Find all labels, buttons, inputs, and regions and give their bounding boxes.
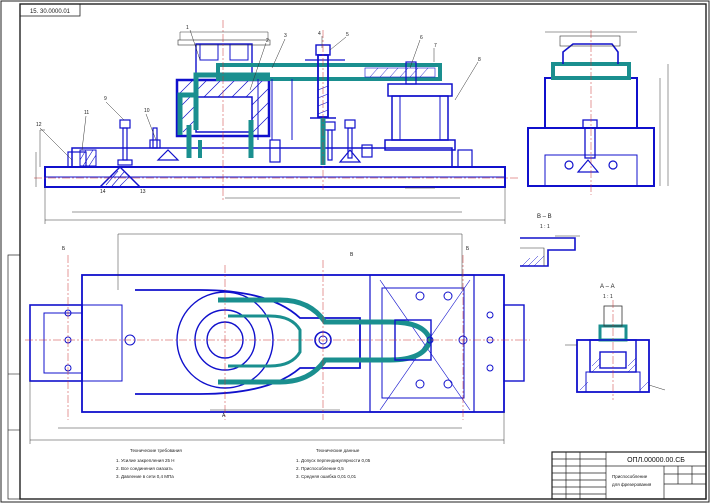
tech-req-title: Технические требования: [130, 448, 182, 453]
tech-data-line-2: 2. Приспособление 0,5: [296, 466, 344, 471]
section-vv-label: В – В: [537, 214, 552, 220]
callout-6: 6: [420, 35, 423, 41]
section-aa-label: А – А: [600, 284, 615, 290]
callout-10: 10: [144, 108, 150, 114]
tech-req-line-3: 3. Давление в сети 0,4 МПа: [116, 474, 174, 479]
callout-8: 8: [478, 57, 481, 63]
callout-7: 7: [434, 43, 437, 49]
title-block: ОПЛ.00000.00.СБ Приспособление для фрезе…: [551, 451, 707, 500]
callout-12: 12: [36, 122, 42, 128]
tech-data-line-1: 1. Допуск перпендикулярности 0,05: [296, 458, 371, 463]
tech-data-title: Технические данные: [316, 448, 360, 453]
title-block-name-1: Приспособление: [612, 474, 648, 479]
section-vv: В – В 1 : 1: [520, 214, 580, 267]
front-view: 1 2 3 4 5 6 7 8 9 10 11 12 13 14: [34, 20, 520, 224]
plan-callout-a: А: [222, 413, 226, 419]
section-aa-scale: 1 : 1: [603, 294, 613, 300]
tech-data-line-3: 3. Средняя ошибка 0,01 0,01: [296, 474, 357, 479]
section-aa: А – А 1 : 1: [565, 284, 666, 400]
callout-14: 14: [100, 189, 106, 195]
stamp-text: 15. 30.0000.01: [30, 9, 71, 15]
callout-5: 5: [346, 32, 349, 38]
callout-2: 2: [266, 38, 269, 44]
technical-notes: Технические требования 1. Усилие закрепл…: [116, 448, 371, 479]
title-block-name-2: для фрезерования: [612, 482, 652, 487]
side-view: [527, 30, 669, 195]
top-left-stamp: 15. 30.0000.01: [19, 3, 81, 17]
callout-1: 1: [186, 25, 189, 31]
title-block-designation: ОПЛ.00000.00.СБ: [627, 457, 685, 464]
callout-4: 4: [318, 31, 321, 37]
callout-11: 11: [84, 110, 89, 116]
callout-9: 9: [104, 96, 107, 102]
plan-callout-b-right: Б: [466, 246, 470, 252]
section-vv-scale: 1 : 1: [540, 224, 550, 230]
plan-callout-v: В: [350, 252, 354, 258]
tech-req-line-1: 1. Усилие закрепления 25 Н: [116, 458, 175, 463]
callout-13: 13: [140, 189, 146, 195]
callout-3: 3: [284, 33, 287, 39]
plan-callout-b-left: Б: [62, 246, 66, 252]
tech-req-line-2: 2. Все соединения смазать: [116, 466, 173, 471]
plan-view: Б В А Б: [25, 233, 530, 444]
engineering-drawing-sheet: 15. 30.0000.01 1 2 3 4 5 6 7 8 9 10 11 1…: [0, 0, 710, 503]
